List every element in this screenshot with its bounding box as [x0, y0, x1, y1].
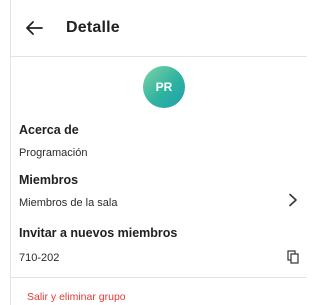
arrow-left-icon[interactable] [25, 20, 43, 36]
members-value[interactable]: Miembros de la sala [19, 197, 117, 209]
invite-title: Invitar a nuevos miembros [19, 226, 178, 240]
avatar-initials: PR [155, 80, 173, 94]
exit-group-button[interactable]: Salir y eliminar grupo [27, 291, 126, 303]
about-title: Acerca de [19, 123, 79, 137]
members-title: Miembros [19, 173, 79, 187]
group-avatar: PR [143, 66, 185, 108]
divider [11, 277, 307, 278]
about-value: Programación [19, 147, 88, 159]
top-app-bar: Detalle [11, 0, 307, 57]
copy-icon[interactable] [287, 250, 299, 264]
chevron-right-icon[interactable] [288, 193, 298, 207]
invite-code: 710-202 [19, 252, 60, 264]
page-title: Detalle [66, 19, 120, 36]
detail-panel: Detalle PR Acerca de Programación Miembr… [10, 0, 307, 305]
